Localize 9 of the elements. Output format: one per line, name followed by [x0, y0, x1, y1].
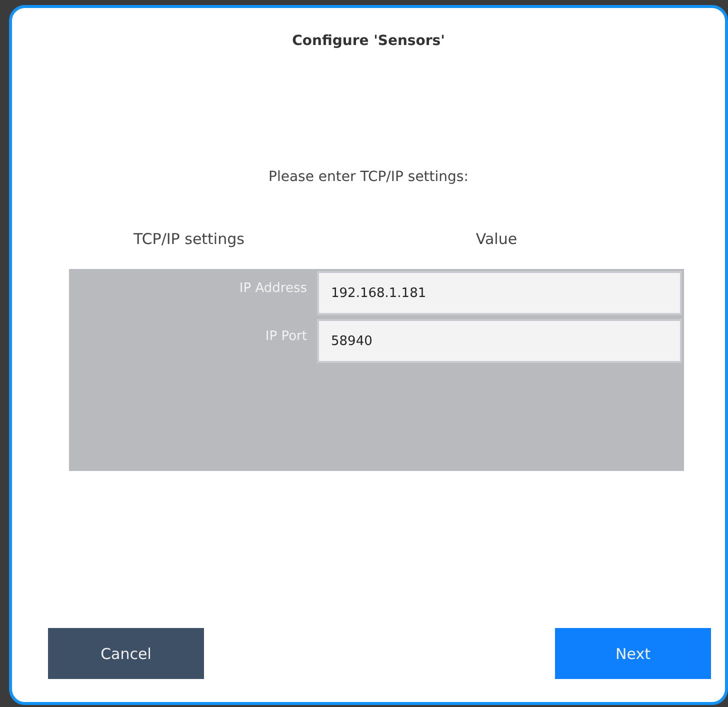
input-field[interactable]: 58940 [317, 319, 682, 363]
cancel-button[interactable]: Cancel [48, 628, 204, 679]
field-label: IP Address [239, 281, 307, 296]
column-header: Value [476, 230, 518, 248]
field-label: IP Port [265, 329, 307, 344]
column-header: TCP/IP settings [134, 230, 244, 248]
prompt-text: Please enter TCP/IP settings: [268, 169, 468, 185]
input-field[interactable]: 192.168.1.181 [317, 271, 682, 315]
dialog-title: Configure 'Sensors' [292, 33, 445, 49]
